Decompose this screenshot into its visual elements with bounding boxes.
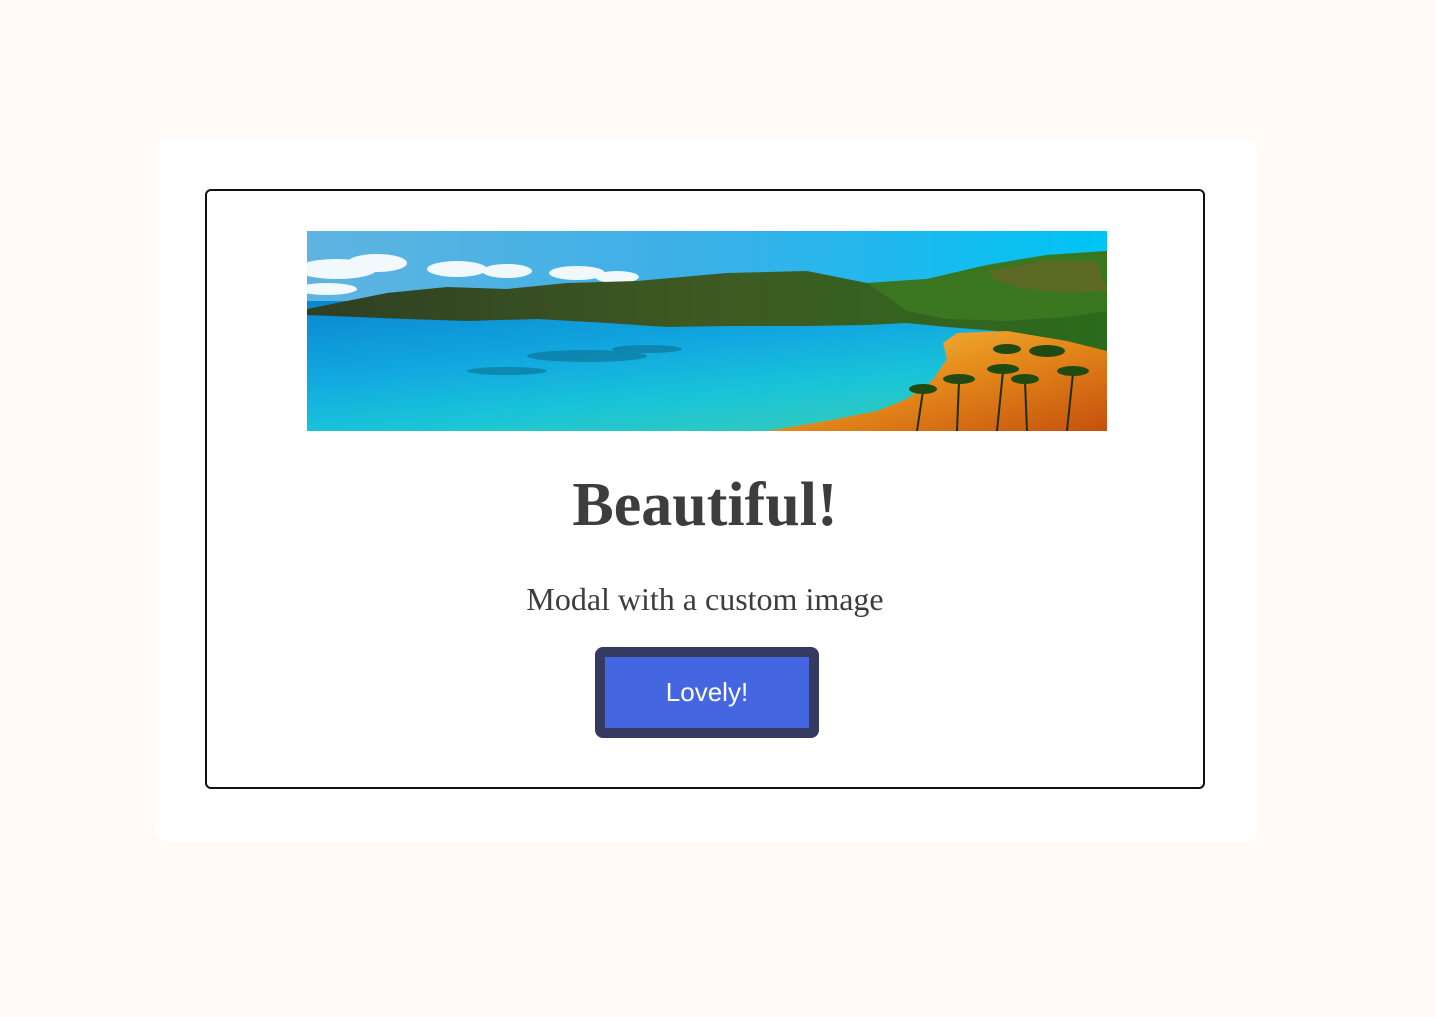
page-card: Beautiful! Modal with a custom image Lov…: [155, 139, 1258, 842]
modal-title: Beautiful!: [572, 471, 838, 539]
modal-image: [307, 231, 1107, 431]
confirm-button[interactable]: Lovely!: [595, 647, 819, 738]
modal-dialog: Beautiful! Modal with a custom image Lov…: [205, 189, 1205, 789]
modal-text: Modal with a custom image: [526, 581, 884, 617]
